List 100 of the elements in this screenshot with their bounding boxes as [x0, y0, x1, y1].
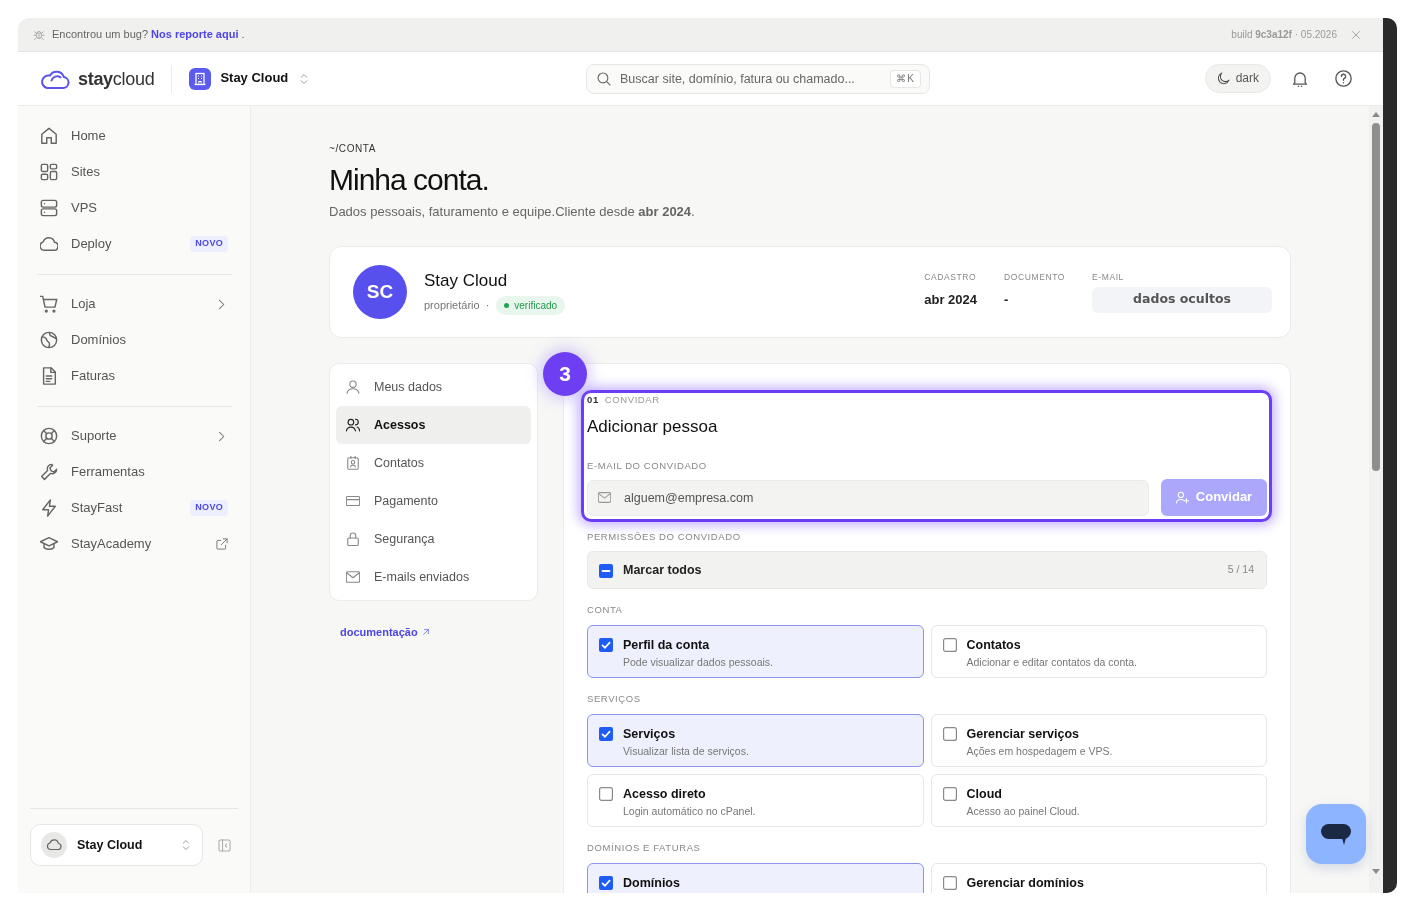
permission-title: Gerenciar serviços	[966, 726, 1081, 742]
permission-option[interactable]: Gerenciar domínios	[930, 863, 1267, 893]
select-all-label: Marcar todos	[623, 561, 702, 579]
group-label: CONTA	[587, 604, 624, 616]
documentation-link[interactable]: documentação	[340, 625, 430, 640]
user-icon	[346, 380, 360, 394]
checkbox[interactable]	[942, 876, 957, 890]
external-link-icon	[216, 538, 228, 550]
scrollbar[interactable]	[1369, 106, 1383, 893]
field-label: PERMISSÕES DO CONVIDADO	[587, 531, 742, 543]
checkbox[interactable]	[942, 787, 957, 801]
page-title: Minha conta.	[329, 162, 490, 198]
sidebar-item[interactable]: Ferramentas	[32, 454, 232, 490]
permission-option[interactable]: Cloud Acesso ao painel Cloud.	[930, 774, 1267, 827]
account-menu-item[interactable]: E-mails enviados	[336, 558, 531, 596]
chevron-updown-icon	[180, 839, 192, 851]
step-number: 01	[587, 394, 599, 406]
checkbox[interactable]	[599, 787, 613, 801]
permission-option[interactable]: Domínios	[587, 863, 924, 893]
group-label: DOMÍNIOS E FATURAS	[587, 842, 702, 854]
section-title: Adicionar pessoa	[587, 416, 719, 438]
group-label: SERVIÇOS	[587, 693, 642, 705]
close-icon[interactable]	[1351, 29, 1361, 40]
sidebar-item[interactable]: StayFast NOVO	[32, 490, 232, 526]
checkbox[interactable]	[942, 638, 957, 652]
sidebar-item[interactable]: VPS	[32, 190, 232, 226]
permission-title: Domínios	[623, 875, 680, 891]
profile-name: Stay Cloud	[424, 269, 509, 292]
verified-badge: verificado	[496, 295, 566, 315]
theme-toggle-button[interactable]: dark	[1204, 64, 1271, 93]
sidebar-item[interactable]: Loja	[32, 286, 232, 322]
field-label: E-MAIL DO CONVIDADO	[587, 460, 708, 472]
cloud-icon	[40, 235, 58, 253]
sidebar-item[interactable]: Domínios	[32, 322, 232, 358]
permission-option[interactable]: Perfil da conta Pode visualizar dados pessoais.	[587, 625, 924, 678]
bell-icon[interactable]	[1292, 70, 1308, 87]
user-plus-icon	[1175, 491, 1189, 504]
status-dot-icon	[504, 302, 510, 308]
permission-title: Cloud	[966, 786, 1003, 802]
role-text: proprietário	[424, 297, 480, 313]
permission-description: Login automático no cPanel.	[623, 804, 756, 818]
wrench-icon	[40, 463, 58, 481]
permission-description: Acesso ao painel Cloud.	[966, 804, 1080, 818]
breadcrumb: ~/CONTA	[329, 143, 378, 155]
building-icon	[189, 67, 212, 90]
email-field[interactable]: alguem@empresa.com	[587, 479, 1149, 516]
account-menu-item[interactable]: Meus dados	[336, 368, 531, 406]
lifebuoy-icon	[40, 427, 58, 445]
sidebar-item[interactable]: Deploy NOVO	[32, 226, 232, 262]
fact-label: DOCUMENTO	[1004, 271, 1065, 283]
permission-option[interactable]: Contatos Adicionar e editar contatos da conta.	[930, 625, 1267, 678]
sidebar-item[interactable]: Home	[32, 118, 232, 154]
account-menu-item[interactable]: Pagamento	[336, 482, 531, 520]
permission-option[interactable]: Acesso direto Login automático no cPanel.	[587, 774, 924, 827]
account-menu-item[interactable]: Contatos	[336, 444, 531, 482]
sidebar-item[interactable]: Faturas	[32, 358, 232, 394]
new-badge: NOVO	[190, 236, 228, 252]
lock-icon	[346, 532, 360, 546]
checkbox[interactable]	[599, 876, 613, 890]
avatar: SC	[353, 265, 407, 319]
moon-icon	[1216, 72, 1230, 85]
report-link[interactable]: Nos reporte aqui	[151, 28, 239, 41]
home-icon	[40, 127, 58, 145]
account-menu-item[interactable]: Segurança	[336, 520, 531, 558]
separator-dot: ·	[485, 297, 490, 313]
arrow-up-right-icon	[421, 628, 430, 637]
permission-title: Perfil da conta	[623, 637, 711, 653]
checkbox[interactable]	[599, 638, 613, 652]
help-icon[interactable]	[1335, 70, 1352, 87]
fact-label: E-MAIL	[1092, 271, 1125, 283]
checkbox[interactable]	[599, 727, 613, 741]
logo-text: staycloud	[78, 67, 155, 90]
fact-value: -	[1004, 291, 1010, 308]
workspace-selector[interactable]: Stay Cloud	[189, 67, 311, 90]
lightning-icon	[40, 499, 58, 517]
permission-option[interactable]: Gerenciar serviços Ações em hospedagem e VPS.	[930, 714, 1267, 767]
page-subtitle: Dados pessoais, faturamento e equipe.Cliente desde abr 2024.	[329, 203, 696, 221]
build-info: build 9c3a12f · 05.2026	[1231, 28, 1337, 41]
bug-report-message: Encontrou um bug? Nos reporte aqui .	[52, 27, 245, 42]
permission-title: Serviços	[623, 726, 677, 742]
cart-icon	[40, 295, 58, 313]
sidebar-item[interactable]: StayAcademy	[32, 526, 232, 562]
sidebar-item[interactable]: Suporte	[32, 418, 232, 454]
tour-step-badge: 3	[543, 352, 587, 396]
bug-icon	[33, 28, 45, 41]
server-icon	[40, 199, 58, 217]
chat-button[interactable]	[1306, 804, 1366, 864]
permission-option[interactable]: Serviços Visualizar lista de serviços.	[587, 714, 924, 767]
checkbox[interactable]	[942, 727, 957, 741]
selection-count: 5 / 14	[1227, 563, 1254, 577]
graduation-cap-icon	[40, 535, 58, 553]
contact-card-icon	[346, 456, 360, 470]
account-switcher[interactable]: Stay Cloud	[30, 824, 203, 866]
mail-icon	[598, 490, 611, 504]
account-menu-item[interactable]: Acessos	[336, 406, 531, 444]
sidebar-toggle-icon[interactable]	[218, 838, 231, 852]
sidebar-item[interactable]: Sites	[32, 154, 232, 190]
checkbox[interactable]	[599, 563, 613, 578]
permission-description: Adicionar e editar contatos da conta.	[966, 655, 1137, 669]
select-all-row[interactable]: Marcar todos 5 / 14	[587, 551, 1267, 589]
